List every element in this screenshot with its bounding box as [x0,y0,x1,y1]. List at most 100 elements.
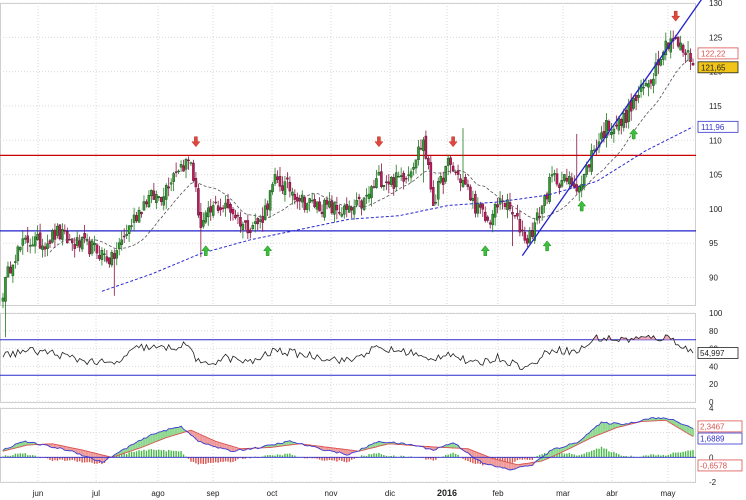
candle-body [590,150,593,172]
candle-body [471,198,475,201]
candle-body [308,198,311,203]
candle-body [521,229,524,232]
candle-body [147,195,151,208]
candle-body [563,174,566,181]
candle-body [664,40,668,56]
candle-body [441,177,445,185]
candle-body [555,173,559,185]
candle-body [496,204,499,208]
candle-body [283,181,287,195]
candle-body [518,219,522,233]
candle-body [620,119,623,126]
candle-body [328,201,331,208]
rsi-tick-label: 80 [709,327,718,336]
candle-body [481,203,485,210]
candle-body [315,201,319,210]
candle-body [281,185,284,191]
candle-body [340,213,344,217]
candle-body [43,246,47,250]
candle-body [587,164,591,168]
month-label-feb: feb [492,489,504,498]
candle-body [550,174,554,177]
candle-body [127,225,131,234]
candle-body [543,195,546,206]
candle-body [258,219,262,222]
candle-body [526,238,529,244]
candle-body [528,230,532,243]
candle-body [493,204,497,218]
price-tag-ma: 111,96 [697,120,739,133]
candle-body [503,202,507,207]
month-label-mar: mar [556,489,570,498]
candle-body [239,217,242,227]
candle-body [446,157,450,166]
candle-body [310,199,314,202]
candle-body [466,184,470,187]
candle-body [182,165,185,172]
candle-body [434,202,438,204]
candle-body [246,220,250,234]
candle-body [370,186,373,198]
candle-body [432,187,435,206]
candle-body [303,197,306,210]
candle-body [169,182,173,185]
candle-body [412,167,415,170]
candle-body [343,205,346,215]
candle-body [461,180,465,187]
candle-body [612,128,616,134]
candle-body [244,220,247,223]
candle-body [162,196,166,206]
candle-body [333,202,336,215]
candle-body [479,204,482,208]
candle-body [221,207,225,210]
candle-body [404,178,408,180]
candle-body [558,184,561,189]
candle-body [679,42,682,51]
candle-body [120,239,123,245]
candle-body [300,194,304,203]
rsi-tick-label: 40 [709,362,718,371]
candle-body [347,205,351,213]
candle-body [486,216,489,221]
candle-body [390,176,393,185]
candle-body [160,197,163,202]
candle-body [184,159,188,170]
candle-body [100,250,104,260]
candle-body [122,235,126,238]
candle-body [115,250,119,259]
price-tick-label: 95 [709,239,718,248]
candle-body [241,223,245,230]
candle-body [610,131,613,135]
price-tag-ma-label: 111,96 [701,123,725,132]
candle-body [691,63,695,66]
candle-body [516,213,519,217]
candle-body [130,225,133,227]
macd-value-label: 2,3467 [700,422,725,431]
price-tick-label: 130 [709,0,723,8]
price-tick-label: 105 [709,171,723,180]
candle-body [226,199,230,208]
candle-body [511,212,514,215]
candle-body [397,176,400,178]
candle-body [167,186,170,189]
candle-body [456,170,460,175]
candle-body [224,202,227,209]
candle-body [199,212,203,228]
macd-tick-label: 4 [709,404,714,413]
candle-body [565,177,569,182]
candle-body [202,220,205,227]
candle-body [46,243,49,249]
candle-body [399,175,403,178]
candle-body [402,172,405,182]
candle-body [93,242,96,246]
candle-body [140,211,143,215]
candle-body [652,78,655,86]
candle-body [1,297,5,302]
candle-body [454,171,457,173]
candle-body [296,196,299,202]
candle-body [330,200,334,214]
candle-body [83,233,86,239]
month-label-abr: abr [606,489,618,498]
candle-body [192,162,195,181]
candle-body [51,230,54,243]
